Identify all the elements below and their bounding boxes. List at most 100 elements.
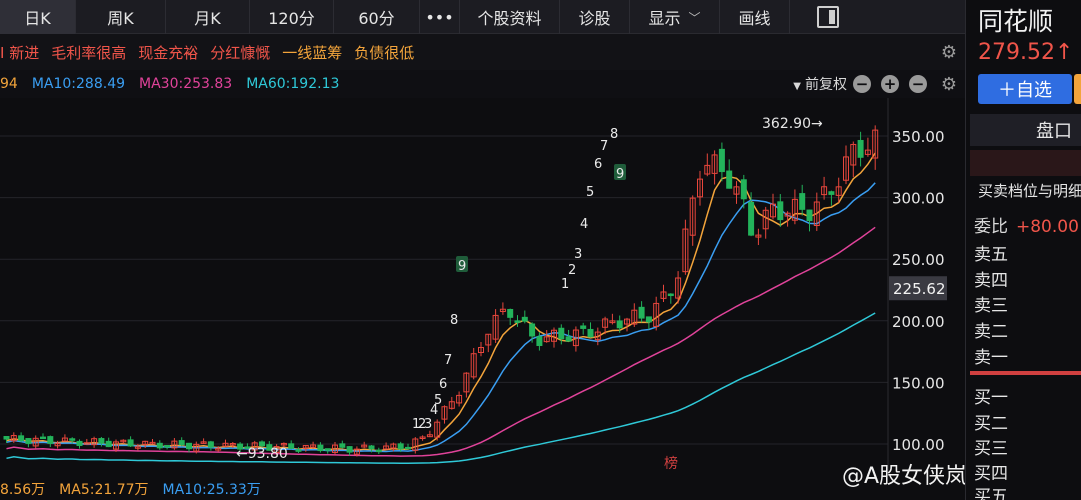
- tab-pankou[interactable]: 盘口: [970, 114, 1081, 146]
- buy-level-4: 买四: [974, 464, 1008, 484]
- sequence-marker: 8: [450, 313, 458, 328]
- zoom-in-icon[interactable]: +: [881, 75, 899, 93]
- volume-value: 8.56万: [0, 482, 46, 498]
- sequence-marker: 1: [561, 277, 569, 292]
- display-label: 显示: [648, 9, 681, 28]
- candle: [521, 316, 528, 322]
- candlestick-chart[interactable]: 123456789123456789 350.00300.00250.00200…: [0, 98, 965, 476]
- candle: [76, 440, 83, 446]
- tag-new-entry[interactable]: I 新进: [0, 42, 39, 63]
- candle: [616, 320, 623, 329]
- volume-ma10: MA10:25.33万: [162, 482, 261, 498]
- candle: [397, 443, 404, 450]
- candle: [339, 443, 346, 448]
- y-tick-label: 200.00: [892, 313, 945, 331]
- ma10-value: MA10:288.49: [31, 76, 126, 92]
- tab-draw-line[interactable]: 画线: [720, 0, 790, 34]
- sell-level-2: 卖二: [974, 322, 1008, 342]
- board-badge-icon[interactable]: 榜: [664, 455, 678, 472]
- sell-level-1: 卖一: [974, 348, 1008, 368]
- order-detail-link[interactable]: 买卖档位与明细: [978, 180, 1081, 201]
- candle: [740, 179, 747, 200]
- tab-more[interactable]: •••: [420, 0, 460, 34]
- candle: [405, 446, 411, 450]
- y-tick-label: 100.00: [892, 436, 945, 454]
- tag-generous-dividend[interactable]: 分红慷慨: [210, 42, 270, 63]
- candle: [295, 449, 302, 452]
- candle: [127, 439, 134, 447]
- candle: [638, 306, 645, 319]
- sequence-marker: 9: [458, 259, 466, 274]
- candle: [857, 139, 864, 158]
- add-watchlist-button[interactable]: ＋自选: [978, 74, 1072, 104]
- tab-weekly-k[interactable]: 周K: [76, 0, 166, 34]
- candle: [25, 438, 32, 444]
- stock-price: 279.52↑: [978, 40, 1074, 65]
- feature-tags: I 新进 毛利率很高 现金充裕 分红慷慨 一线蓝筹 负债很低 ⚙: [0, 34, 965, 70]
- ma30-value: MA30:253.83: [139, 76, 233, 92]
- candle: [178, 440, 185, 446]
- zoom-out-icon[interactable]: −: [853, 75, 871, 93]
- candle: [777, 201, 784, 221]
- candle: [514, 320, 521, 323]
- sequence-marker: 3: [424, 417, 432, 432]
- y-tick-label: 300.00: [892, 190, 945, 208]
- adjust-dropdown[interactable]: ▼ 前复权: [793, 74, 847, 94]
- order-ratio: 委比 +80.00: [974, 212, 1079, 237]
- buy-level-2: 买二: [974, 414, 1008, 434]
- tag-bluechip[interactable]: 一线蓝筹: [282, 42, 342, 63]
- buy-level-3: 买三: [974, 439, 1008, 459]
- sequence-marker: 8: [610, 127, 618, 142]
- ma-lines: [6, 152, 876, 464]
- candle: [536, 336, 543, 347]
- candle: [18, 435, 25, 442]
- candle: [105, 440, 112, 448]
- candle: [69, 438, 76, 441]
- y-tick-label: 350.00: [892, 128, 945, 146]
- sequence-marker: 7: [600, 139, 608, 154]
- chevron-down-icon: ﹀: [688, 10, 701, 25]
- min-price-label: ←93.80: [236, 446, 288, 462]
- sequence-marker: 3: [574, 247, 582, 262]
- sequence-marker: 5: [586, 185, 594, 200]
- tab-120min[interactable]: 120分: [250, 0, 334, 34]
- layout-toggle-button[interactable]: [790, 0, 865, 34]
- candle: [288, 443, 295, 449]
- sell-level-3: 卖三: [974, 296, 1008, 316]
- tab-monthly-k[interactable]: 月K: [166, 0, 250, 34]
- volume-ma5: MA5:21.77万: [59, 482, 149, 498]
- tab-daily-k[interactable]: 日K: [0, 0, 76, 34]
- tab-stock-profile[interactable]: 个股资料: [460, 0, 560, 34]
- candle: [375, 449, 382, 453]
- candle: [565, 336, 572, 342]
- candle: [324, 448, 331, 451]
- candle: [3, 436, 10, 440]
- order-ratio-value: +80.00: [1016, 217, 1079, 237]
- chart-settings-gear-icon[interactable]: ⚙: [941, 74, 957, 95]
- candle: [164, 445, 171, 448]
- order-ratio-label: 委比: [974, 217, 1008, 237]
- collapse-icon[interactable]: −: [909, 75, 927, 93]
- tab-60min[interactable]: 60分: [334, 0, 420, 34]
- panel-layout-icon: [816, 6, 839, 28]
- tag-low-debt[interactable]: 负债很低: [354, 42, 414, 63]
- secondary-action-button[interactable]: [1074, 74, 1081, 104]
- candle: [799, 193, 806, 210]
- ma-legend: 94 MA10:288.49 MA30:253.83 MA60:192.13 ▼…: [0, 70, 965, 98]
- candle: [828, 191, 835, 195]
- candle: [718, 148, 725, 173]
- display-dropdown[interactable]: 显示 ﹀: [630, 0, 720, 34]
- ma60-value: MA60:192.13: [246, 76, 340, 92]
- y-tick-label: 250.00: [892, 251, 945, 269]
- candle: [186, 442, 192, 450]
- tag-high-margin[interactable]: 毛利率很高: [51, 42, 126, 63]
- candle: [806, 209, 813, 222]
- tab-diagnose[interactable]: 诊股: [560, 0, 630, 34]
- candle: [346, 446, 353, 453]
- highlight-strip: [970, 150, 1081, 176]
- tag-cash-rich[interactable]: 现金充裕: [138, 42, 198, 63]
- candle: [645, 316, 652, 323]
- candle: [47, 436, 54, 444]
- tags-settings-gear-icon[interactable]: ⚙: [941, 42, 957, 63]
- sell-level-5: 卖五: [974, 245, 1008, 265]
